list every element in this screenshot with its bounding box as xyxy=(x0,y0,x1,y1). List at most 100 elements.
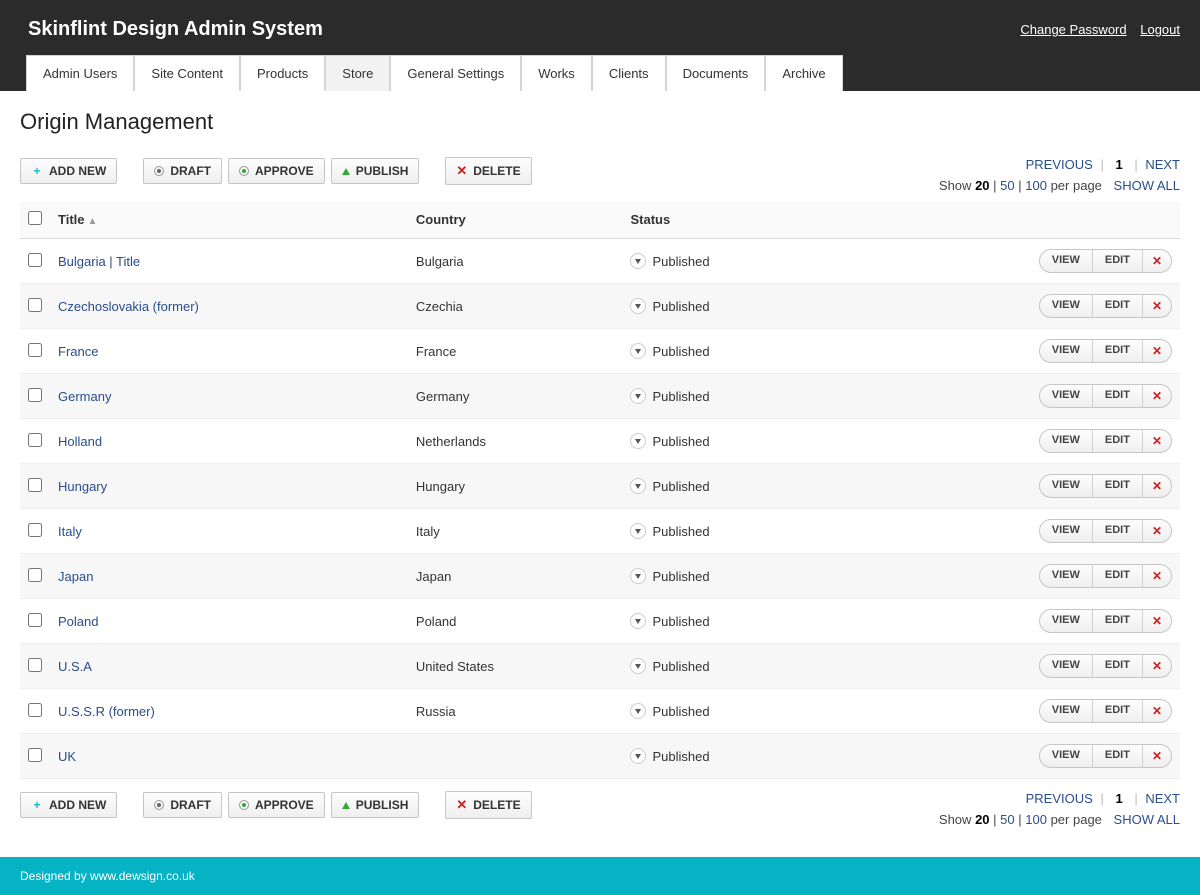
edit-button[interactable]: EDIT xyxy=(1092,475,1143,497)
view-button[interactable]: VIEW xyxy=(1040,250,1092,272)
view-button[interactable]: VIEW xyxy=(1040,565,1092,587)
edit-button[interactable]: EDIT xyxy=(1092,430,1143,452)
change-password-link[interactable]: Change Password xyxy=(1020,22,1126,37)
pager-next-bottom[interactable]: NEXT xyxy=(1145,791,1180,806)
status-dropdown-icon[interactable] xyxy=(630,298,646,314)
row-checkbox[interactable] xyxy=(28,613,42,627)
edit-button[interactable]: EDIT xyxy=(1092,250,1143,272)
status-dropdown-icon[interactable] xyxy=(630,343,646,359)
edit-button[interactable]: EDIT xyxy=(1092,610,1143,632)
col-country[interactable]: Country xyxy=(408,201,623,239)
row-delete-button[interactable]: ✕ xyxy=(1143,610,1171,632)
col-title[interactable]: Title▲ xyxy=(50,201,408,239)
pager-opt-100[interactable]: 100 xyxy=(1025,178,1047,193)
select-all-checkbox[interactable] xyxy=(28,211,42,225)
publish-button-bottom[interactable]: PUBLISH xyxy=(331,792,420,818)
pager-previous[interactable]: PREVIOUS xyxy=(1026,157,1093,172)
edit-button[interactable]: EDIT xyxy=(1092,655,1143,677)
pager-opt-20[interactable]: 20 xyxy=(975,178,989,193)
view-button[interactable]: VIEW xyxy=(1040,610,1092,632)
nav-item[interactable]: Admin Users xyxy=(26,55,134,91)
approve-button-bottom[interactable]: APPROVE xyxy=(228,792,325,818)
row-checkbox[interactable] xyxy=(28,748,42,762)
row-delete-button[interactable]: ✕ xyxy=(1143,340,1171,362)
row-checkbox[interactable] xyxy=(28,388,42,402)
draft-button[interactable]: DRAFT xyxy=(143,158,222,184)
status-dropdown-icon[interactable] xyxy=(630,433,646,449)
row-title-link[interactable]: Holland xyxy=(58,434,102,449)
row-checkbox[interactable] xyxy=(28,703,42,717)
view-button[interactable]: VIEW xyxy=(1040,295,1092,317)
delete-button[interactable]: ✕ DELETE xyxy=(445,157,531,185)
view-button[interactable]: VIEW xyxy=(1040,340,1092,362)
row-title-link[interactable]: Germany xyxy=(58,389,111,404)
row-checkbox[interactable] xyxy=(28,298,42,312)
view-button[interactable]: VIEW xyxy=(1040,520,1092,542)
nav-item[interactable]: Clients xyxy=(592,55,666,91)
pager-next[interactable]: NEXT xyxy=(1145,157,1180,172)
view-button[interactable]: VIEW xyxy=(1040,475,1092,497)
logout-link[interactable]: Logout xyxy=(1140,22,1180,37)
row-title-link[interactable]: Poland xyxy=(58,614,98,629)
row-title-link[interactable]: UK xyxy=(58,749,76,764)
nav-item[interactable]: Store xyxy=(325,55,390,91)
edit-button[interactable]: EDIT xyxy=(1092,565,1143,587)
row-delete-button[interactable]: ✕ xyxy=(1143,700,1171,722)
view-button[interactable]: VIEW xyxy=(1040,655,1092,677)
nav-item[interactable]: Archive xyxy=(765,55,842,91)
row-title-link[interactable]: France xyxy=(58,344,98,359)
view-button[interactable]: VIEW xyxy=(1040,385,1092,407)
publish-button[interactable]: PUBLISH xyxy=(331,158,420,184)
status-dropdown-icon[interactable] xyxy=(630,478,646,494)
approve-button[interactable]: APPROVE xyxy=(228,158,325,184)
edit-button[interactable]: EDIT xyxy=(1092,295,1143,317)
row-checkbox[interactable] xyxy=(28,478,42,492)
row-title-link[interactable]: U.S.S.R (former) xyxy=(58,704,155,719)
row-checkbox[interactable] xyxy=(28,343,42,357)
pager-opt-50[interactable]: 50 xyxy=(1000,178,1014,193)
row-title-link[interactable]: Japan xyxy=(58,569,93,584)
footer-link[interactable]: www.dewsign.co.uk xyxy=(90,869,195,883)
edit-button[interactable]: EDIT xyxy=(1092,745,1143,767)
row-delete-button[interactable]: ✕ xyxy=(1143,295,1171,317)
status-dropdown-icon[interactable] xyxy=(630,523,646,539)
delete-button-bottom[interactable]: ✕ DELETE xyxy=(445,791,531,819)
row-title-link[interactable]: Czechoslovakia (former) xyxy=(58,299,199,314)
row-checkbox[interactable] xyxy=(28,523,42,537)
row-delete-button[interactable]: ✕ xyxy=(1143,430,1171,452)
draft-button-bottom[interactable]: DRAFT xyxy=(143,792,222,818)
view-button[interactable]: VIEW xyxy=(1040,430,1092,452)
pager-previous-bottom[interactable]: PREVIOUS xyxy=(1026,791,1093,806)
row-delete-button[interactable]: ✕ xyxy=(1143,745,1171,767)
status-dropdown-icon[interactable] xyxy=(630,748,646,764)
nav-item[interactable]: Site Content xyxy=(134,55,240,91)
edit-button[interactable]: EDIT xyxy=(1092,385,1143,407)
view-button[interactable]: VIEW xyxy=(1040,745,1092,767)
view-button[interactable]: VIEW xyxy=(1040,700,1092,722)
col-status[interactable]: Status xyxy=(622,201,839,239)
row-checkbox[interactable] xyxy=(28,433,42,447)
row-delete-button[interactable]: ✕ xyxy=(1143,655,1171,677)
status-dropdown-icon[interactable] xyxy=(630,613,646,629)
status-dropdown-icon[interactable] xyxy=(630,568,646,584)
row-delete-button[interactable]: ✕ xyxy=(1143,475,1171,497)
row-delete-button[interactable]: ✕ xyxy=(1143,385,1171,407)
nav-item[interactable]: General Settings xyxy=(390,55,521,91)
row-title-link[interactable]: Hungary xyxy=(58,479,107,494)
row-checkbox[interactable] xyxy=(28,658,42,672)
row-title-link[interactable]: U.S.A xyxy=(58,659,92,674)
row-title-link[interactable]: Italy xyxy=(58,524,82,539)
add-new-button[interactable]: + ADD NEW xyxy=(20,158,117,184)
status-dropdown-icon[interactable] xyxy=(630,658,646,674)
row-checkbox[interactable] xyxy=(28,568,42,582)
row-delete-button[interactable]: ✕ xyxy=(1143,565,1171,587)
row-checkbox[interactable] xyxy=(28,253,42,267)
edit-button[interactable]: EDIT xyxy=(1092,700,1143,722)
edit-button[interactable]: EDIT xyxy=(1092,520,1143,542)
nav-item[interactable]: Documents xyxy=(666,55,766,91)
nav-item[interactable]: Works xyxy=(521,55,592,91)
status-dropdown-icon[interactable] xyxy=(630,703,646,719)
status-dropdown-icon[interactable] xyxy=(630,253,646,269)
row-delete-button[interactable]: ✕ xyxy=(1143,250,1171,272)
pager-show-all[interactable]: SHOW ALL xyxy=(1114,178,1180,193)
